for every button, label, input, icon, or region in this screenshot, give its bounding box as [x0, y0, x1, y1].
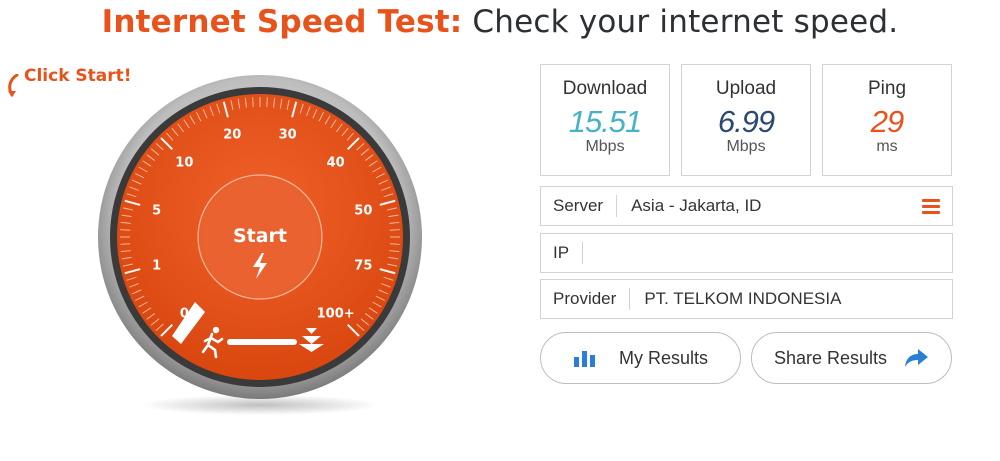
start-button-label: Start [233, 225, 287, 247]
start-button[interactable]: Start [202, 179, 318, 295]
share-results-button[interactable]: Share Results [751, 332, 952, 384]
gauge-scale-label: 5 [152, 203, 161, 218]
upload-value: 6.99 [717, 104, 775, 139]
gauge-scale-label: 20 [223, 128, 241, 143]
share-results-label: Share Results [773, 347, 888, 368]
gauge-tick [120, 229, 131, 231]
ip-label: IP [541, 242, 584, 264]
server-value: Asia - Jakarta, ID [631, 196, 762, 215]
server-row: Server Asia - Jakarta, ID [540, 186, 953, 226]
ping-stat: Ping 29 ms [822, 64, 952, 176]
gauge-scale-label: 50 [354, 203, 372, 218]
download-label: Download [562, 78, 648, 99]
download-stat: Download 15.51 Mbps [540, 64, 670, 176]
upload-label: Upload [715, 78, 777, 99]
title-rest: Check your internet speed. [462, 4, 899, 40]
upload-unit: Mbps [726, 138, 766, 155]
ping-value: 29 [870, 104, 904, 139]
share-arrow-icon [905, 349, 929, 367]
gauge-scale-label: 10 [175, 155, 193, 170]
gauge-scale-label: 100+ [317, 307, 355, 322]
my-results-button[interactable]: My Results [540, 332, 741, 384]
ping-label: Ping [867, 78, 907, 99]
curved-arrow-icon [8, 74, 19, 97]
my-results-label: My Results [618, 347, 708, 368]
gauge-tick [120, 243, 131, 245]
bar-chart-icon [573, 351, 595, 367]
title-accent: Internet Speed Test: [101, 4, 463, 40]
server-menu-icon[interactable] [922, 196, 940, 217]
upload-stat: Upload 6.99 Mbps [681, 64, 811, 176]
provider-row: Provider PT. TELKOM INDONESIA [540, 279, 953, 319]
gauge-tick [389, 229, 400, 231]
gauge-scale-label: 1 [152, 259, 161, 274]
provider-label: Provider [541, 288, 631, 310]
gauge-tick [266, 97, 268, 108]
gauge-scale-label: 40 [327, 155, 345, 170]
ip-row: IP [540, 233, 953, 273]
download-value: 15.51 [568, 104, 643, 139]
speed-gauge: 0 1 5 10 20 30 40 50 75 100+ Start [90, 60, 430, 420]
server-label: Server [541, 195, 618, 217]
ping-unit: ms [876, 138, 898, 155]
provider-value: PT. TELKOM INDONESIA [644, 289, 842, 308]
gauge-scale-label: 75 [354, 259, 372, 274]
gauge-tick [389, 243, 400, 245]
page-title: Internet Speed Test: Check your internet… [0, 4, 1000, 40]
gauge-scale-label: 30 [279, 128, 297, 143]
gauge-tick [252, 97, 254, 108]
download-unit: Mbps [585, 138, 625, 155]
progress-track [227, 339, 297, 345]
